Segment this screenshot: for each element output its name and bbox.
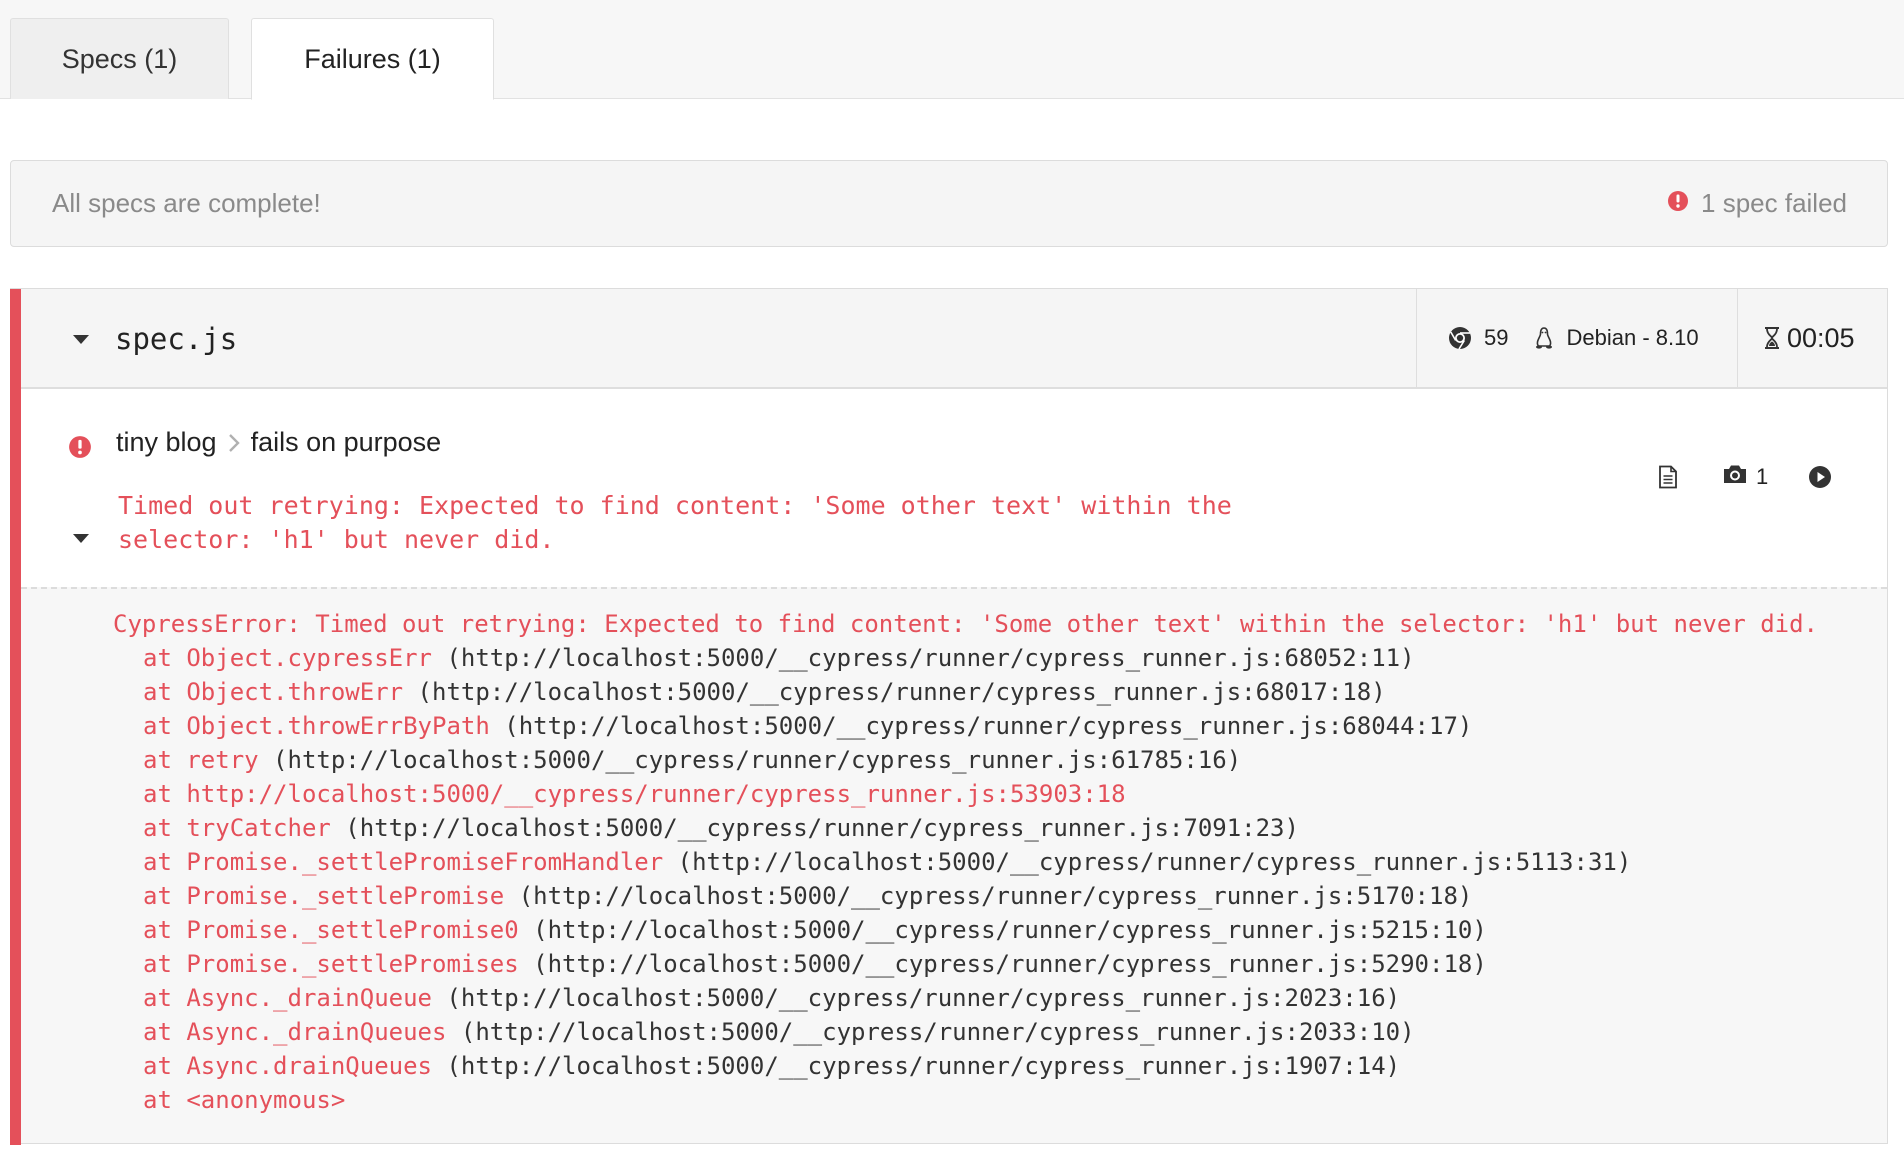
camera-icon [1722, 463, 1748, 491]
stack-trace: CypressError: Timed out retrying: Expect… [21, 587, 1887, 1143]
stack-frame: at Promise._settlePromise0 (http://local… [113, 913, 1887, 947]
stack-frame-function: Object.cypressErr [186, 644, 432, 672]
suite-title: tiny blog [116, 427, 217, 457]
failed-summary: 1 spec failed [1667, 161, 1847, 246]
stack-frame-location: (http://localhost:5000/__cypress/runner/… [504, 882, 1473, 910]
spec-name: spec.js [115, 322, 238, 356]
stack-frame-function: http://localhost:5000/__cypress/runner/c… [186, 780, 1126, 808]
test-breadcrumb: tiny blog fails on purpose [116, 427, 441, 458]
stack-frame-at: at [143, 644, 187, 672]
error-message-line: selector: 'h1' but never did. [118, 525, 555, 554]
stack-frame-function: Object.throwErrByPath [186, 712, 490, 740]
stack-frame-at: at [143, 848, 187, 876]
stack-frame-location: (http://localhost:5000/__cypress/runner/… [663, 848, 1632, 876]
stack-frame-at: at [143, 916, 187, 944]
stack-frame-at: at [143, 814, 187, 842]
os-name: Debian - 8.10 [1566, 325, 1699, 350]
stack-frame: at Promise._settlePromises (http://local… [113, 947, 1887, 981]
header-divider [1416, 289, 1417, 387]
stack-frame-function: Async.drainQueues [186, 1052, 432, 1080]
stack-frame: at Async._drainQueue (http://localhost:5… [113, 981, 1887, 1015]
stack-frame-at: at [143, 882, 187, 910]
test-actions: 1 [1658, 463, 1832, 491]
stack-frame-location: (http://localhost:5000/__cypress/runner/… [432, 1052, 1401, 1080]
stack-frame: at Object.throwErr (http://localhost:500… [113, 675, 1887, 709]
spec-duration: 00:05 [1763, 289, 1855, 387]
screenshots-button[interactable]: 1 [1722, 463, 1768, 491]
failed-summary-text: 1 spec failed [1701, 188, 1847, 218]
spec-panel: spec.js 59 Debian - 8.10 00:05 tiny blog [10, 288, 1888, 1145]
stack-frame-location: (http://localhost:5000/__cypress/runner/… [518, 950, 1487, 978]
linux-icon [1534, 326, 1554, 350]
browser-info: 59 Debian - 8.10 [1448, 289, 1725, 387]
spec-header[interactable]: spec.js 59 Debian - 8.10 00:05 [21, 289, 1887, 389]
stack-frame-function: Promise._settlePromises [186, 950, 519, 978]
stack-frame: at retry (http://localhost:5000/__cypres… [113, 743, 1887, 777]
play-circle-icon[interactable] [1808, 465, 1832, 489]
caret-down-icon[interactable] [73, 534, 89, 543]
stack-frame-at: at [143, 780, 187, 808]
alert-circle-icon [68, 435, 92, 464]
chrome-icon [1448, 326, 1472, 350]
stack-frame-at: at [143, 712, 187, 740]
stack-frame-function: Promise._settlePromiseFromHandler [186, 848, 664, 876]
tab-bar: Specs (1) Failures (1) [0, 0, 1904, 100]
stack-frame-at: at [143, 678, 187, 706]
stack-frame-location: (http://localhost:5000/__cypress/runner/… [432, 984, 1401, 1012]
stack-frame-at: at [143, 984, 187, 1012]
status-message: All specs are complete! [52, 188, 321, 218]
alert-circle-icon [1667, 188, 1689, 219]
stack-frame: at Object.throwErrByPath (http://localho… [113, 709, 1887, 743]
test-title: fails on purpose [250, 427, 442, 457]
stack-header: CypressError: Timed out retrying: Expect… [113, 610, 1819, 638]
stack-frame: at <anonymous> [113, 1083, 1887, 1117]
stack-frame-location: (http://localhost:5000/__cypress/runner/… [489, 712, 1473, 740]
stack-frame-function: Promise._settlePromise [186, 882, 505, 910]
stack-frame-function: Async._drainQueues [186, 1018, 447, 1046]
stack-frame-function: Promise._settlePromise0 [186, 916, 519, 944]
document-icon[interactable] [1658, 465, 1678, 489]
stack-frame-function: retry [186, 746, 259, 774]
duration-value: 00:05 [1787, 322, 1855, 353]
run-status-panel: All specs are complete! 1 spec failed [10, 160, 1888, 247]
stack-frame: at Async.drainQueues (http://localhost:5… [113, 1049, 1887, 1083]
tab-failures[interactable]: Failures (1) [251, 18, 494, 100]
browser-version: 59 [1484, 325, 1509, 350]
stack-frame-at: at [143, 746, 187, 774]
stack-frame-at: at [143, 1018, 187, 1046]
chevron-right-icon [227, 432, 241, 454]
stack-frame-location: (http://localhost:5000/__cypress/runner/… [446, 1018, 1415, 1046]
stack-frame-at: at [143, 950, 187, 978]
stack-frame-at: at [143, 1052, 187, 1080]
stack-frame-location: (http://localhost:5000/__cypress/runner/… [403, 678, 1386, 706]
stack-frame-function: <anonymous> [186, 1086, 346, 1114]
error-message: Timed out retrying: Expected to find con… [118, 489, 1278, 557]
stack-frame-location: (http://localhost:5000/__cypress/runner/… [258, 746, 1242, 774]
failure-accent-bar [10, 289, 21, 1145]
stack-frame: at Object.cypressErr (http://localhost:5… [113, 641, 1887, 675]
stack-frame-location: (http://localhost:5000/__cypress/runner/… [518, 916, 1487, 944]
stack-frame-function: Async._drainQueue [186, 984, 432, 1012]
screenshot-count: 1 [1756, 464, 1769, 489]
stack-frame: at tryCatcher (http://localhost:5000/__c… [113, 811, 1887, 845]
stack-frame-at: at [143, 1086, 187, 1114]
stack-frame-function: tryCatcher [186, 814, 331, 842]
hourglass-icon [1763, 326, 1781, 350]
caret-down-icon[interactable] [73, 335, 89, 344]
stack-frame: at Promise._settlePromiseFromHandler (ht… [113, 845, 1887, 879]
stack-frame-function: Object.throwErr [186, 678, 404, 706]
header-divider [1737, 289, 1738, 387]
stack-frame-location: (http://localhost:5000/__cypress/runner/… [330, 814, 1299, 842]
stack-frame: at http://localhost:5000/__cypress/runne… [113, 777, 1887, 811]
stack-frame-location: (http://localhost:5000/__cypress/runner/… [432, 644, 1415, 672]
stack-frame: at Promise._settlePromise (http://localh… [113, 879, 1887, 913]
tab-specs[interactable]: Specs (1) [10, 18, 229, 99]
error-message-line: Timed out retrying: Expected to find con… [118, 491, 1232, 520]
stack-frame: at Async._drainQueues (http://localhost:… [113, 1015, 1887, 1049]
